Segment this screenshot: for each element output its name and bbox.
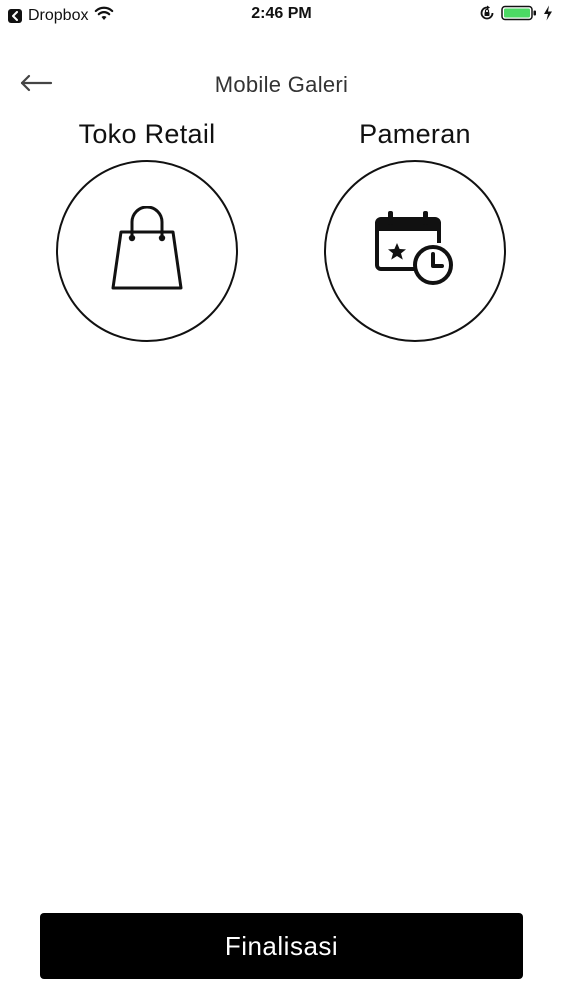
option-pameran[interactable]: Pameran <box>320 116 510 342</box>
option-circle[interactable] <box>56 160 238 342</box>
option-label: Pameran <box>359 119 471 149</box>
charging-icon <box>543 5 553 26</box>
page-title: Mobile Galeri <box>214 72 349 97</box>
option-circle[interactable] <box>324 160 506 342</box>
status-bar: Dropbox 2:46 PM <box>0 0 563 30</box>
status-right <box>479 5 553 26</box>
option-toko-retail[interactable]: Toko Retail <box>52 116 242 342</box>
rotation-lock-icon <box>479 5 495 26</box>
option-label: Toko Retail <box>78 119 216 149</box>
nav-header: Mobile Galeri <box>0 60 563 110</box>
battery-icon <box>501 5 537 26</box>
finalize-button[interactable]: Finalisasi <box>40 913 523 979</box>
calendar-clock-icon <box>373 209 457 294</box>
shopping-bag-icon <box>107 205 187 297</box>
